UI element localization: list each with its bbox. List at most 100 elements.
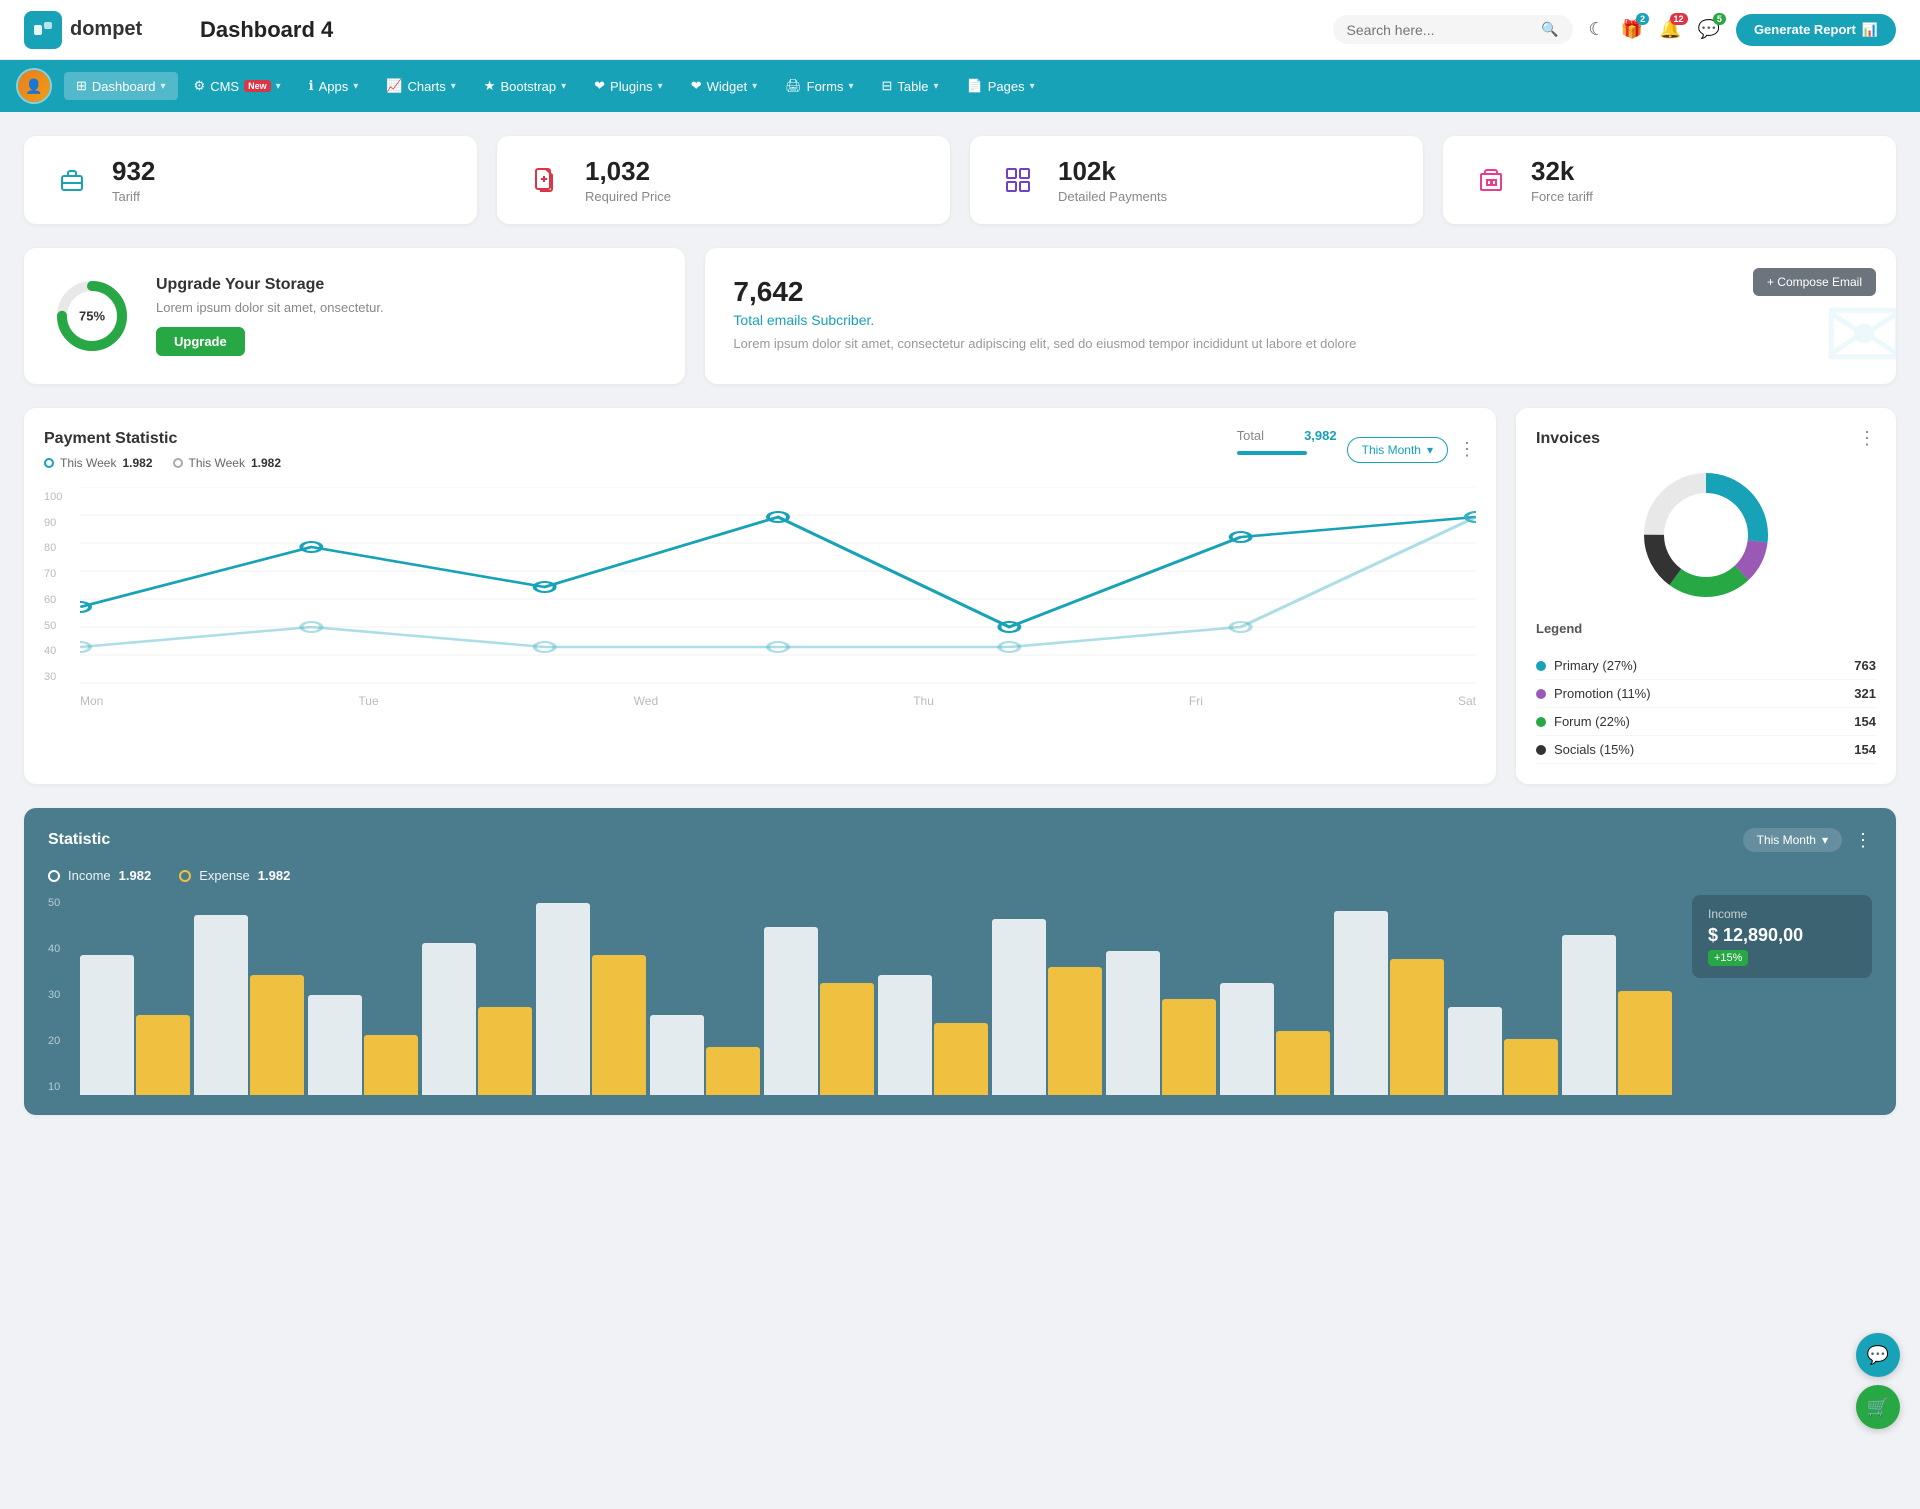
bar-group [764,927,874,1095]
bar-white [1562,935,1616,1095]
socials-dot [1536,745,1546,755]
email-count: 7,642 [733,276,1868,308]
income-detail-panel: Income $ 12,890,00 +15% [1692,895,1872,1095]
primary-dot [1536,661,1546,671]
nav-item-apps[interactable]: ℹ Apps ▾ [297,72,371,100]
nav-label-dashboard: Dashboard [92,79,156,94]
stat-card-force: 32k Force tariff [1443,136,1896,224]
legend-this-week-1: This Week 1.982 [44,456,153,470]
bell-btn[interactable]: 🔔 12 [1659,19,1681,40]
bar-yellow [1390,959,1444,1095]
stat-card-price: 1,032 Required Price [497,136,950,224]
mid-row: 75% Upgrade Your Storage Lorem ipsum dol… [24,248,1896,384]
chevron-down-icon-3: ▾ [353,81,358,92]
bar-yellow [1276,1031,1330,1095]
nav-item-pages[interactable]: 📄 Pages ▾ [955,72,1047,100]
plugins-icon: ❤ [594,78,605,94]
statistic-header: Statistic This Month ▾ ⋮ [48,828,1872,852]
bar-group [1106,951,1216,1095]
nav-label-charts: Charts [407,79,445,94]
upgrade-btn[interactable]: Upgrade [156,327,245,356]
income-legend: Income 1.982 [48,868,151,883]
logo-text: dompet [70,18,142,41]
bar-group [422,943,532,1095]
storage-title: Upgrade Your Storage [156,276,384,294]
nav-avatar: 👤 [16,68,52,104]
legend-forum: Forum (22%) 154 [1536,708,1876,736]
nav-item-cms[interactable]: ⚙ CMS New ▾ [182,72,293,100]
chevron-down-icon-2: ▾ [276,81,281,92]
nav-label-bootstrap: Bootstrap [500,79,556,94]
nav-label-widget: Widget [707,79,747,94]
bar-group [1334,911,1444,1095]
storage-percent: 75% [79,309,105,324]
stat-number-payments: 102k [1058,156,1167,187]
nav-item-bootstrap[interactable]: ★ Bootstrap ▾ [472,72,578,100]
apps-icon: ℹ [309,78,314,94]
promotion-dot [1536,689,1546,699]
chat-btn[interactable]: 💬 5 [1698,19,1720,40]
payment-legend: This Week 1.982 This Week 1.982 [44,456,281,470]
bar-yellow [592,955,646,1095]
building-icon [1467,156,1515,204]
nav-item-table[interactable]: ⊟ Table ▾ [870,72,951,100]
bar-group [80,955,190,1095]
bar-yellow [820,983,874,1095]
pages-icon: 📄 [967,78,983,94]
legend-promotion: Promotion (11%) 321 [1536,680,1876,708]
page-title: Dashboard 4 [200,17,1317,43]
forms-icon: 🖨 [785,78,802,94]
nav-item-plugins[interactable]: ❤ Plugins ▾ [582,72,675,100]
this-month-filter-btn[interactable]: This Month ▾ [1347,437,1448,463]
payment-header: Payment Statistic This Week 1.982 This W… [44,428,1476,471]
legend-promotion-left: Promotion (11%) [1536,686,1651,701]
chevron-down-icon-9: ▾ [933,81,938,92]
bar-yellow [478,1007,532,1095]
payment-controls: Total 3,982 This Month ▾ ⋮ [1237,428,1476,471]
bar-white [878,975,932,1095]
logo-icon [24,11,62,49]
chevron-down-icon-6: ▾ [658,81,663,92]
chevron-down-icon-5: ▾ [561,81,566,92]
search-bar[interactable]: 🔍 [1333,15,1573,44]
bar-white [80,955,134,1095]
storage-card: 75% Upgrade Your Storage Lorem ipsum dol… [24,248,685,384]
bar-yellow [1618,991,1672,1095]
expense-legend-dot [179,870,191,882]
bar-yellow [706,1047,760,1095]
generate-report-btn[interactable]: Generate Report 📊 [1736,14,1896,46]
statistic-filter-btn[interactable]: This Month ▾ [1743,828,1842,852]
gift-badge: 2 [1636,13,1649,25]
payment-menu-btn[interactable]: ⋮ [1458,439,1476,460]
nav-label-plugins: Plugins [610,79,653,94]
email-desc: Lorem ipsum dolor sit amet, consectetur … [733,336,1868,351]
header-icons: ☾ 🎁 2 🔔 12 💬 5 [1589,19,1720,40]
income-box-title: Income [1708,907,1856,921]
invoices-menu-btn[interactable]: ⋮ [1858,428,1876,449]
invoice-donut-svg [1636,465,1776,605]
cms-icon: ⚙ [194,78,206,94]
forum-dot [1536,717,1546,727]
x-axis: MonTueWedThuFriSat [80,694,1476,708]
support-fab[interactable]: 💬 [1856,1333,1900,1377]
nav-item-widget[interactable]: ❤ Widget ▾ [679,72,769,100]
grid-icon [994,156,1042,204]
gift-btn[interactable]: 🎁 2 [1621,19,1643,40]
nav: 👤 ⊞ Dashboard ▾ ⚙ CMS New ▾ ℹ Apps ▾ 📈 C… [0,60,1920,112]
bar-y-axis: 5040302010 [48,895,60,1095]
file-plus-icon [521,156,569,204]
statistic-menu-btn[interactable]: ⋮ [1854,830,1872,851]
nav-item-forms[interactable]: 🖨 Forms ▾ [773,72,865,100]
bar-group [1220,983,1330,1095]
dark-mode-btn[interactable]: ☾ [1589,19,1605,40]
search-input[interactable] [1347,22,1534,38]
nav-item-dashboard[interactable]: ⊞ Dashboard ▾ [64,72,178,100]
statistic-legend: Income 1.982 Expense 1.982 [48,868,1872,883]
y-axis: 10090807060504030 [44,487,62,687]
chevron-down-icon-8: ▾ [848,81,853,92]
cart-fab[interactable]: 🛒 [1856,1385,1900,1429]
legend-socials-left: Socials (15%) [1536,742,1634,757]
nav-item-charts[interactable]: 📈 Charts ▾ [374,72,468,100]
bar-white [536,903,590,1095]
bar-group [536,903,646,1095]
